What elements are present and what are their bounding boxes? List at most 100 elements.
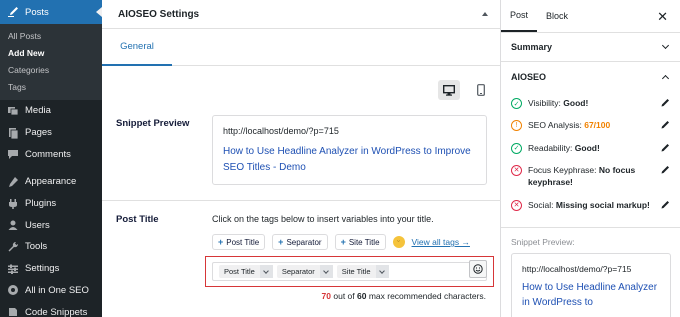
sidebar-item-media[interactable]: Media: [0, 100, 102, 122]
aioseo-icon: [8, 285, 18, 296]
plus-icon: +: [340, 237, 346, 247]
tag-buttons: + Post Title + Separator + Site Title ᵕ Vie…: [212, 234, 470, 250]
submenu-tags[interactable]: Tags: [0, 78, 102, 95]
smiley-icon: [473, 264, 483, 274]
section-divider: [501, 227, 680, 228]
pages-icon: [9, 127, 19, 139]
plus-icon: +: [278, 237, 284, 247]
chevron-down-icon: [661, 41, 670, 50]
snippet-title: How to Use Headline Analyzer in WordPres…: [522, 282, 658, 308]
chip-label: Separator: [281, 267, 315, 276]
sidebar-item-label: Posts: [25, 6, 49, 18]
check-focus-keyphrase: ✕ Focus Keyphrase: No focus keyphrase!: [511, 164, 670, 189]
check-readability: ✓ Readability: Good!: [511, 142, 670, 154]
chevron-down-icon[interactable]: [375, 265, 389, 278]
desktop-icon: [443, 84, 455, 96]
sidebar-item-label: Tools: [25, 241, 48, 253]
mobile-icon: [477, 84, 485, 96]
check-value: 67/100: [584, 120, 611, 131]
sidebar-item-comments[interactable]: Comments: [0, 143, 102, 165]
chevron-down-icon[interactable]: [259, 265, 273, 278]
post-title-chip[interactable]: Post Title: [219, 265, 273, 278]
check-visibility: ✓ Visibility: Good!: [511, 97, 670, 109]
sidebar-item-pages[interactable]: Pages: [0, 122, 102, 144]
post-title-help: Click on the tags below to insert variab…: [212, 214, 434, 224]
sidebar-item-aioseo[interactable]: All in One SEO: [0, 280, 102, 302]
side-snippet-label: Snippet Preview:: [511, 237, 575, 247]
settings-tabs: General: [102, 29, 500, 66]
collapse-caret-icon[interactable]: [482, 12, 488, 16]
view-all-tags-link[interactable]: View all tags →: [412, 237, 470, 247]
pencil-icon[interactable]: [660, 120, 670, 130]
snippet-preview: http://localhost/demo/?p=715 How to Use …: [212, 115, 487, 185]
aioseo-panel-toggle[interactable]: AIOSEO: [501, 62, 680, 91]
add-separator-tag-button[interactable]: + Separator: [272, 234, 328, 250]
emoji-button[interactable]: [469, 260, 487, 278]
sidebar-item-code-snippets[interactable]: Code Snippets: [0, 301, 102, 317]
error-icon: ✕: [511, 164, 522, 176]
sidebar-item-posts[interactable]: Posts: [0, 0, 102, 24]
media-icon: [8, 106, 19, 116]
summary-panel-toggle[interactable]: Summary: [501, 33, 680, 62]
check-value: Good!: [574, 142, 600, 153]
pencil-icon[interactable]: [660, 200, 670, 210]
snippet-url: http://localhost/demo/?p=715: [223, 126, 339, 136]
admin-sidebar: Posts All Posts Add New Categories Tags …: [0, 0, 102, 317]
check-label: Focus Keyphrase:: [528, 164, 599, 175]
check-label: SEO Analysis:: [528, 120, 585, 131]
snippet-url: http://localhost/demo/?p=715: [522, 264, 632, 274]
post-title-field[interactable]: Post Title Separator Site Title: [212, 262, 487, 281]
side-snippet-preview: http://localhost/demo/?p=715 How to Use …: [511, 253, 671, 317]
sidebar-item-tools[interactable]: Tools: [0, 236, 102, 258]
close-icon[interactable]: ✕: [657, 9, 668, 25]
emoji-picker-icon[interactable]: ᵕ: [392, 236, 405, 248]
tag-label: Post Title: [226, 237, 260, 247]
settings-icon: [8, 264, 18, 274]
tools-icon: [8, 241, 19, 252]
submenu-categories[interactable]: Categories: [0, 61, 102, 78]
add-site-title-tag-button[interactable]: + Site Title: [334, 234, 386, 250]
comments-icon: [8, 150, 18, 160]
chevron-down-icon[interactable]: [319, 265, 333, 278]
check-value: Good!: [563, 98, 589, 108]
aioseo-checks: ✓ Visibility: Good! ! SEO Analysis: 67/1…: [501, 91, 680, 211]
sidebar-item-label: All in One SEO: [25, 284, 89, 296]
mobile-preview-button[interactable]: [470, 80, 492, 100]
sidebar-item-appearance[interactable]: Appearance: [0, 171, 102, 193]
panel-label: AIOSEO: [511, 71, 547, 82]
sidebar-item-users[interactable]: Users: [0, 214, 102, 236]
add-post-title-tag-button[interactable]: + Post Title: [212, 234, 266, 250]
check-circle-icon: ✓: [511, 98, 522, 109]
char-middle: out of: [331, 291, 357, 301]
post-title-label: Post Title: [116, 214, 159, 225]
sidebar-item-label: Plugins: [25, 198, 57, 210]
tab-general[interactable]: General: [102, 29, 172, 66]
sidebar-item-settings[interactable]: Settings: [0, 258, 102, 280]
separator-chip[interactable]: Separator: [276, 265, 333, 278]
editor-settings-sidebar: Post Block ✕ Summary AIOSEO ✓ Visibility…: [501, 0, 680, 317]
plus-icon: +: [218, 237, 224, 247]
pencil-icon[interactable]: [660, 98, 670, 108]
sidebar-item-label: Code Snippets: [25, 306, 88, 317]
sidebar-item-label: Settings: [25, 263, 60, 275]
pencil-icon[interactable]: [660, 143, 670, 153]
snippet-preview-label: Snippet Preview: [116, 118, 190, 129]
submenu-add-new[interactable]: Add New: [0, 44, 102, 61]
chip-label: Site Title: [341, 267, 371, 276]
check-seo-analysis: ! SEO Analysis: 67/100: [511, 119, 670, 132]
sidebar-item-label: Media: [25, 105, 51, 117]
tab-post[interactable]: Post: [501, 0, 538, 32]
code-snippets-icon: [9, 308, 17, 317]
panel-label: Summary: [511, 42, 553, 52]
pencil-icon[interactable]: [660, 165, 670, 175]
desktop-preview-button[interactable]: [438, 80, 460, 100]
chip-label: Post Title: [224, 267, 255, 276]
panel-title: AIOSEO Settings: [118, 8, 200, 20]
sidebar-item-plugins[interactable]: Plugins: [0, 193, 102, 215]
submenu-all-posts[interactable]: All Posts: [0, 27, 102, 44]
char-suffix: max recommended characters.: [366, 291, 486, 301]
aioseo-settings-header[interactable]: AIOSEO Settings: [102, 0, 500, 29]
site-title-chip[interactable]: Site Title: [336, 265, 389, 278]
section-divider: [102, 200, 501, 201]
tab-block[interactable]: Block: [537, 0, 577, 32]
